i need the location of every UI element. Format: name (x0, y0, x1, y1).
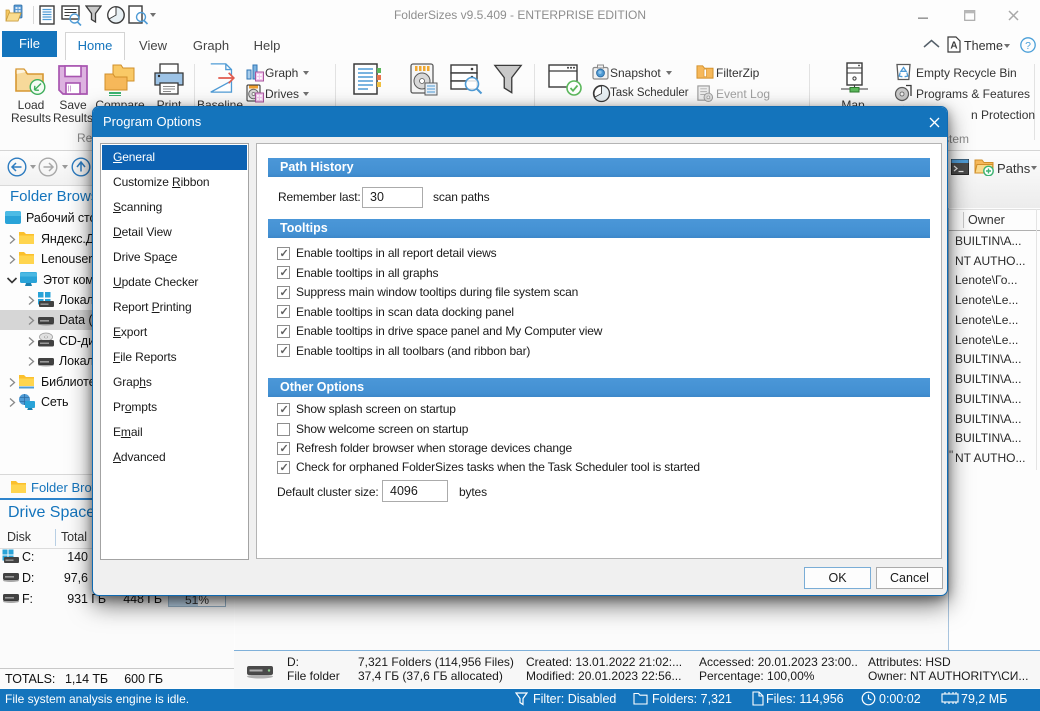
svg-text:A: A (950, 41, 957, 52)
svg-text:?: ? (1025, 40, 1031, 52)
